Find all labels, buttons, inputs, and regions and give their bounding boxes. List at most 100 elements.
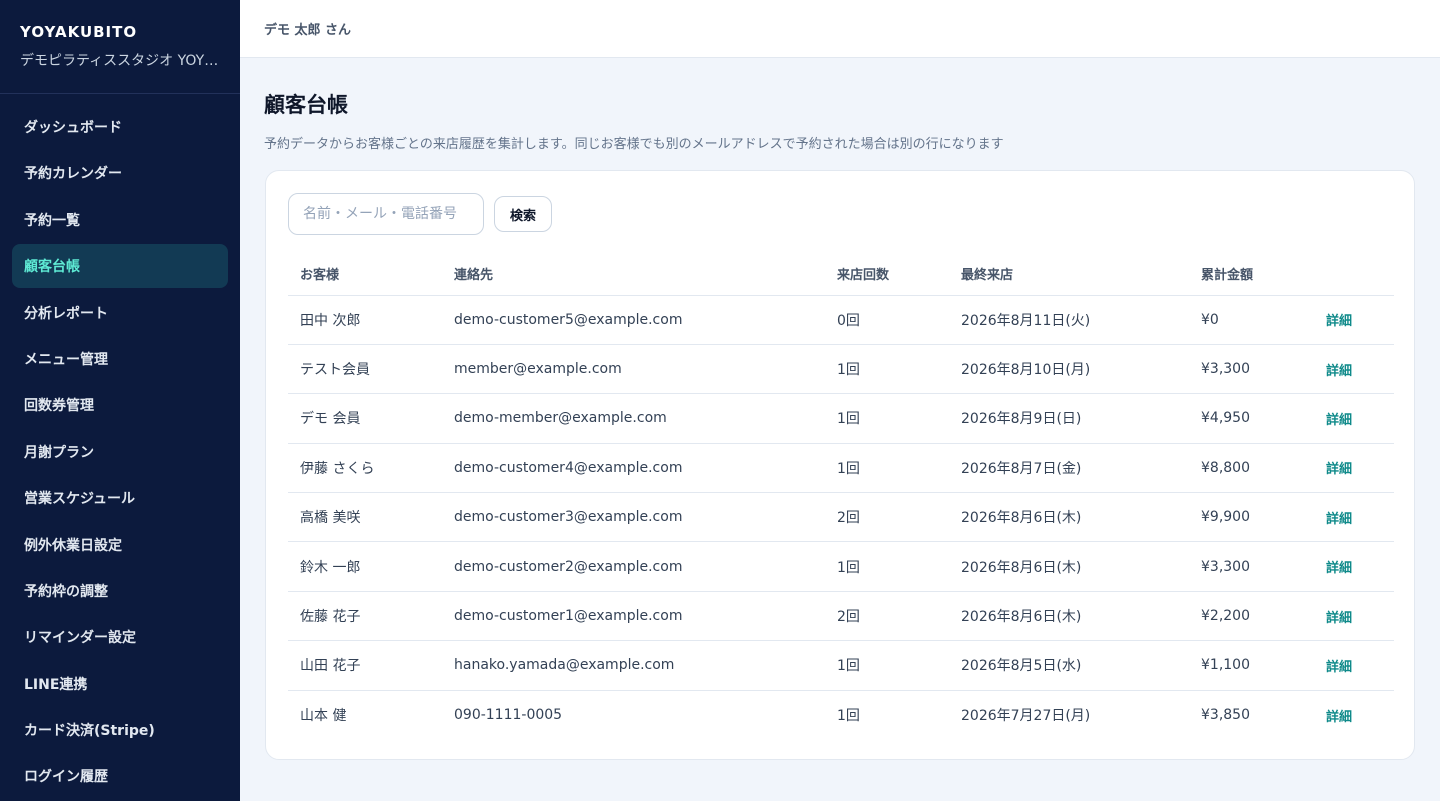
customer-name-cell: 高橋 美咲: [288, 492, 442, 543]
brand: YOYAKUBITO デモピラティススタジオ YOY…: [0, 0, 240, 94]
customer-name-cell: 山田 花子: [288, 640, 442, 691]
sidebar-item[interactable]: 分析レポート: [12, 291, 228, 335]
last-visit-cell: 2026年8月7日(金): [949, 443, 1189, 494]
total-amount-cell: ¥0: [1189, 295, 1314, 345]
customer-list-card: 検索 お客様連絡先来店回数最終来店累計金額 田中 次郎demo-customer…: [265, 170, 1415, 760]
total-amount-cell: ¥4,950: [1189, 393, 1314, 444]
sidebar-item-label: 予約枠の調整: [24, 583, 108, 600]
visit-count-cell: 1回: [825, 443, 949, 494]
table-row: 山田 花子 hanako.yamada@example.com 1回 2026年8月5…: [288, 640, 1394, 691]
sidebar-item-label: 月謝プラン: [24, 444, 94, 461]
visit-count-cell: 1回: [825, 541, 949, 592]
column-header-last-visit: 最終来店: [949, 253, 1189, 296]
detail-link[interactable]: 詳細: [1326, 660, 1352, 675]
page-title: 顧客台帳: [264, 93, 348, 117]
customer-name-cell: テスト会員: [288, 344, 442, 395]
sidebar-item[interactable]: 予約枠の調整: [12, 569, 228, 613]
detail-cell: 詳細: [1314, 295, 1394, 345]
sidebar-item[interactable]: 回数券管理: [12, 383, 228, 427]
sidebar-item[interactable]: 営業スケジュール: [12, 476, 228, 520]
sidebar-item[interactable]: メニュー管理: [12, 337, 228, 381]
customer-name-cell: デモ 会員: [288, 393, 442, 444]
detail-cell: 詳細: [1314, 541, 1394, 592]
table-row: 佐藤 花子 demo-customer1@example.com 2回 2026年8月…: [288, 591, 1394, 642]
customer-name-cell: 伊藤 さくら: [288, 443, 442, 494]
last-visit-cell: 2026年8月11日(火): [949, 295, 1189, 345]
detail-link[interactable]: 詳細: [1326, 710, 1352, 725]
column-header-actions: [1314, 253, 1394, 296]
detail-link[interactable]: 詳細: [1326, 512, 1352, 527]
sidebar-item[interactable]: ログイン履歴: [12, 754, 228, 798]
visit-count-cell: 2回: [825, 492, 949, 543]
table-row: 田中 次郎 demo-customer5@example.com 0回 2026年8月…: [288, 295, 1394, 345]
contact-cell: demo-customer1@example.com: [442, 591, 825, 642]
column-header-visits: 来店回数: [825, 253, 949, 296]
contact-cell: member@example.com: [442, 344, 825, 395]
table-row: 鈴木 一郎 demo-customer2@example.com 1回 2026年8月…: [288, 541, 1394, 592]
detail-link[interactable]: 詳細: [1326, 611, 1352, 626]
contact-cell: demo-customer4@example.com: [442, 443, 825, 494]
contact-cell: 090-1111-0005: [454, 707, 563, 724]
search-row: 検索: [288, 193, 1392, 235]
sidebar-item-label: LINE連携: [24, 676, 88, 693]
customer-name-cell: 鈴木 一郎: [288, 541, 442, 592]
visit-count-cell: 1回: [825, 344, 949, 395]
detail-link[interactable]: 詳細: [1326, 364, 1352, 379]
sidebar-item-label: メニュー管理: [24, 351, 108, 368]
sidebar-item[interactable]: 予約一覧: [12, 198, 228, 242]
table-header-row: お客様 連絡先 来店回数 最終来店 累計金額: [288, 253, 1394, 296]
sidebar-item[interactable]: 月謝プラン: [12, 430, 228, 474]
total-amount-cell: ¥3,850: [1201, 707, 1250, 724]
total-amount-cell: ¥3,300: [1189, 344, 1314, 395]
sidebar-item[interactable]: カード決済(Stripe): [12, 708, 228, 752]
last-visit-cell: 2026年8月10日(月): [949, 344, 1189, 395]
studio-name: デモピラティススタジオ YOY…: [20, 53, 219, 69]
sidebar-item-label: 顧客台帳: [24, 259, 80, 276]
detail-link[interactable]: 詳細: [1326, 561, 1352, 576]
contact-cell: demo-customer2@example.com: [442, 541, 825, 592]
sidebar-item[interactable]: リマインダー設定: [12, 615, 228, 659]
last-visit-cell: 2026年8月9日(日): [949, 393, 1189, 444]
detail-cell: 詳細: [1314, 393, 1394, 444]
total-amount-cell: ¥3,300: [1189, 541, 1314, 592]
detail-cell: 詳細: [1314, 690, 1394, 739]
last-visit-cell: 2026年8月6日(木): [949, 591, 1189, 642]
sidebar: YOYAKUBITO デモピラティススタジオ YOY… ダッシュボード予約カレン…: [0, 0, 240, 801]
sidebar-item-label: 予約カレンダー: [24, 166, 122, 183]
sidebar-item[interactable]: 予約カレンダー: [12, 151, 228, 195]
sidebar-item[interactable]: 顧客台帳: [12, 244, 228, 289]
sidebar-item-label: リマインダー設定: [24, 630, 136, 647]
sidebar-item-label: 例外休業日設定: [24, 537, 122, 554]
search-button[interactable]: 検索: [494, 196, 552, 232]
table-row: テスト会員 member@example.com 1回 2026年8月10日(月) ¥3…: [288, 344, 1394, 395]
last-visit-cell: 2026年8月6日(木): [949, 541, 1189, 592]
search-input[interactable]: [288, 193, 484, 235]
sidebar-item-label: 営業スケジュール: [24, 491, 136, 508]
sidebar-item-label: 予約一覧: [24, 212, 80, 229]
customer-name-cell: 山本 健: [300, 708, 347, 725]
table-row: 伊藤 さくら demo-customer4@example.com 1回 2026年8…: [288, 443, 1394, 494]
visit-count-cell: 2回: [825, 591, 949, 642]
sidebar-item[interactable]: ダッシュボード: [12, 105, 228, 149]
top-bar: デモ 太郎 さん: [240, 0, 1440, 58]
table-row: デモ 会員 demo-member@example.com 1回 2026年8月9日(…: [288, 393, 1394, 444]
table-row: 高橋 美咲 demo-customer3@example.com 2回 2026年8月…: [288, 492, 1394, 543]
column-header-total: 累計金額: [1189, 253, 1314, 296]
contact-cell: hanako.yamada@example.com: [442, 640, 825, 691]
sidebar-item[interactable]: 例外休業日設定: [12, 523, 228, 567]
main-content: 顧客台帳 予約データからお客様ごとの来店履歴を集計します。同じお客様でも別のメー…: [240, 58, 1440, 760]
visit-count-cell: 0回: [825, 295, 949, 345]
last-visit-cell: 2026年7月27日(月): [961, 708, 1091, 725]
contact-cell: demo-customer3@example.com: [442, 492, 825, 543]
detail-link[interactable]: 詳細: [1326, 462, 1352, 477]
detail-cell: 詳細: [1314, 344, 1394, 395]
detail-link[interactable]: 詳細: [1326, 413, 1352, 428]
column-header-contact: 連絡先: [442, 253, 825, 296]
sidebar-item[interactable]: LINE連携: [12, 662, 228, 706]
contact-cell: demo-customer5@example.com: [442, 295, 825, 345]
customer-table: お客様 連絡先 来店回数 最終来店 累計金額 田中 次郎 demo-customer5@e…: [288, 253, 1394, 740]
customer-name-cell: 田中 次郎: [288, 295, 442, 345]
contact-cell: demo-member@example.com: [442, 393, 825, 444]
detail-link[interactable]: 詳細: [1326, 314, 1352, 329]
sidebar-item-label: 回数券管理: [24, 398, 94, 415]
